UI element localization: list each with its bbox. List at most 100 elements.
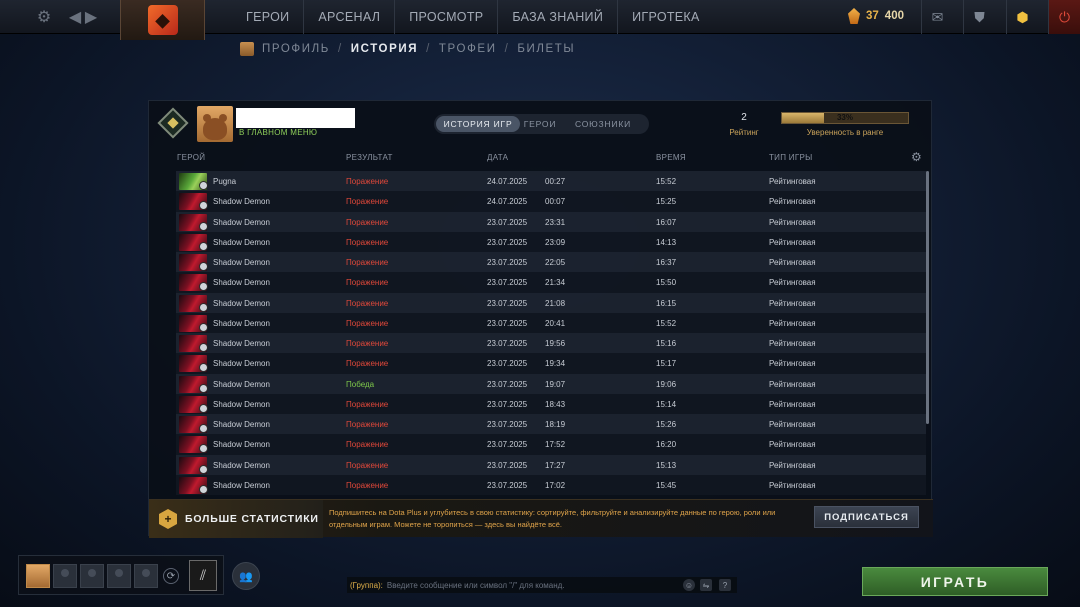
party-slot[interactable] bbox=[53, 564, 77, 588]
match-clock: 19:34 bbox=[545, 359, 566, 369]
subnav-tickets[interactable]: БИЛЕТЫ bbox=[517, 43, 575, 55]
party-slot[interactable] bbox=[107, 564, 131, 588]
subnav-profile[interactable]: ПРОФИЛЬ bbox=[262, 43, 330, 55]
match-date: 24.07.2025 bbox=[487, 177, 528, 186]
nav-tab-knowledge[interactable]: БАЗА ЗНАНИЙ bbox=[498, 0, 619, 34]
match-clock: 23:31 bbox=[545, 217, 566, 227]
table-row[interactable]: Shadow Demon Поражение 23.07.2025 22:05 16:3… bbox=[176, 252, 926, 273]
table-row[interactable]: Shadow Demon Поражение 23.07.2025 17:27 15:1… bbox=[176, 454, 926, 475]
hero-name: Shadow Demon bbox=[213, 379, 270, 389]
hero-name: Shadow Demon bbox=[213, 480, 270, 490]
party-slot[interactable] bbox=[134, 564, 158, 588]
power-icon[interactable]: ⏻ bbox=[1048, 0, 1080, 34]
avatar[interactable] bbox=[26, 564, 50, 588]
match-result: Поражение bbox=[346, 217, 389, 227]
nav-tab-watch[interactable]: ПРОСМОТР bbox=[395, 0, 499, 34]
hero-name: Shadow Demon bbox=[213, 237, 270, 247]
party-badge-icon bbox=[199, 464, 208, 474]
table-row[interactable]: Shadow Demon Поражение 23.07.2025 20:41 15:5… bbox=[176, 312, 926, 333]
emoji-icon[interactable]: ☺ bbox=[683, 579, 695, 591]
table-row[interactable]: Shadow Demon Поражение 23.07.2025 17:52 16:2… bbox=[176, 434, 926, 455]
match-date: 23.07.2025 bbox=[487, 379, 528, 389]
table-row[interactable]: Pugna Поражение 24.07.2025 00:27 15:52 Рейтин… bbox=[176, 171, 926, 192]
match-result: Победа bbox=[346, 379, 375, 389]
subscribe-button[interactable]: ПОДПИСАТЬСЯ bbox=[814, 506, 919, 528]
match-result: Поражение bbox=[346, 420, 389, 429]
chat-help-button[interactable]: ? bbox=[719, 579, 731, 591]
column-header-time[interactable]: ВРЕМЯ bbox=[656, 153, 686, 162]
armory-icon[interactable]: ⛊ bbox=[963, 0, 995, 34]
table-row[interactable]: Shadow Demon Поражение 23.07.2025 21:34 15:5… bbox=[176, 272, 926, 293]
table-row[interactable]: Shadow Demon Поражение 24.07.2025 00:07 15:2… bbox=[176, 191, 926, 212]
confidence-percent: 33% bbox=[836, 113, 853, 122]
table-row[interactable]: Shadow Demon Поражение 23.07.2025 18:19 15:2… bbox=[176, 414, 926, 435]
chat-channel[interactable]: (Группа): bbox=[350, 581, 383, 590]
avatar[interactable] bbox=[197, 106, 233, 142]
nav-tab-arsenal[interactable]: АРСЕНАЛ bbox=[304, 0, 396, 34]
match-mode: Рейтинговая bbox=[769, 339, 816, 348]
table-row[interactable]: Shadow Demon Победа 23.07.2025 19:07 19:06 Ре… bbox=[176, 373, 926, 394]
match-duration: 15:50 bbox=[656, 278, 677, 288]
hero-name: Pugna bbox=[213, 177, 237, 186]
match-mode: Рейтинговая bbox=[769, 217, 816, 227]
match-clock: 23:09 bbox=[545, 237, 566, 247]
gear-icon[interactable]: ⚙ bbox=[33, 6, 55, 28]
match-duration: 16:07 bbox=[656, 217, 677, 227]
hero-name: Shadow Demon bbox=[213, 197, 270, 207]
subnav-history[interactable]: ИСТОРИЯ bbox=[351, 43, 418, 55]
friends-icon[interactable]: 👥 bbox=[232, 562, 260, 590]
forward-arrow-icon[interactable]: ▶ bbox=[80, 6, 102, 28]
confidence-label: Уверенность в ранге bbox=[806, 128, 884, 137]
match-result: Поражение bbox=[346, 480, 389, 490]
match-mode: Рейтинговая bbox=[769, 278, 816, 288]
column-header-hero[interactable]: ГЕРОЙ bbox=[177, 153, 205, 162]
currency-display[interactable]: 37 400 bbox=[848, 8, 904, 24]
scrollbar[interactable] bbox=[926, 171, 929, 424]
match-date: 23.07.2025 bbox=[487, 399, 528, 409]
match-result: Поражение bbox=[346, 460, 389, 470]
table-row[interactable]: Shadow Demon Поражение 23.07.2025 23:09 14:1… bbox=[176, 231, 926, 252]
rank-tier-icon[interactable]: ⫽ bbox=[189, 560, 217, 591]
nav-tab-games[interactable]: ИГРОТЕКА bbox=[618, 0, 714, 34]
party-badge-icon bbox=[199, 262, 208, 271]
match-mode: Рейтинговая bbox=[769, 460, 816, 470]
table-row[interactable]: Shadow Demon Поражение 23.07.2025 21:08 16:1… bbox=[176, 292, 926, 313]
column-header-date[interactable]: ДАТА bbox=[487, 153, 508, 162]
table-row[interactable]: Shadow Demon Поражение 23.07.2025 17:02 15:4… bbox=[176, 474, 926, 495]
hero-name: Shadow Demon bbox=[213, 420, 270, 429]
column-header-mode[interactable]: ТИП ИГРЫ bbox=[769, 153, 813, 162]
match-duration: 16:15 bbox=[656, 298, 677, 308]
chat-input[interactable]: Введите сообщение или символ "/" для ком… bbox=[387, 581, 565, 590]
mail-icon[interactable]: ✉ bbox=[921, 0, 953, 34]
table-row[interactable]: Shadow Demon Поражение 23.07.2025 18:43 15:1… bbox=[176, 393, 926, 414]
dota-logo-icon: ◆ bbox=[147, 5, 178, 35]
match-date: 23.07.2025 bbox=[487, 359, 528, 369]
match-result: Поражение bbox=[346, 278, 389, 288]
table-settings-gear-icon[interactable]: ⚙ bbox=[911, 151, 923, 163]
dota-plus-icon[interactable]: ⬢ bbox=[1006, 0, 1038, 34]
play-button[interactable]: ИГРАТЬ bbox=[862, 567, 1048, 596]
tab-heroes[interactable]: ГЕРОИ bbox=[520, 116, 560, 132]
rank-medal-icon[interactable] bbox=[157, 107, 189, 139]
hero-name: Shadow Demon bbox=[213, 278, 270, 288]
table-row[interactable]: Shadow Demon Поражение 23.07.2025 19:56 15:1… bbox=[176, 333, 926, 354]
hero-name: Shadow Demon bbox=[213, 359, 270, 369]
hero-name: Shadow Demon bbox=[213, 460, 270, 470]
column-header-result[interactable]: РЕЗУЛЬТАТ bbox=[346, 153, 393, 162]
match-date: 23.07.2025 bbox=[487, 480, 528, 490]
chat-options-icon[interactable]: ⇋ bbox=[700, 579, 712, 591]
table-row[interactable]: Shadow Demon Поражение 23.07.2025 23:31 16:0… bbox=[176, 211, 926, 232]
nav-tab-heroes[interactable]: ГЕРОИ bbox=[232, 0, 305, 34]
sync-icon[interactable]: ⟳ bbox=[163, 568, 179, 584]
hero-name: Shadow Demon bbox=[213, 318, 270, 328]
table-row[interactable]: Shadow Demon Поражение 23.07.2025 19:34 15:1… bbox=[176, 353, 926, 374]
party-slot[interactable] bbox=[80, 564, 104, 588]
dota-logo-button[interactable]: ◆ bbox=[120, 0, 205, 40]
subnav-trophies[interactable]: ТРОФЕИ bbox=[439, 43, 497, 55]
match-result: Поражение bbox=[346, 318, 389, 328]
tab-allies[interactable]: СОЮЗНИКИ bbox=[560, 116, 646, 132]
match-duration: 15:16 bbox=[656, 339, 677, 348]
tab-match-history[interactable]: ИСТОРИЯ ИГР bbox=[436, 116, 520, 132]
hero-name: Shadow Demon bbox=[213, 440, 270, 450]
chat-bar[interactable]: (Группа): Введите сообщение или символ "… bbox=[347, 577, 737, 593]
